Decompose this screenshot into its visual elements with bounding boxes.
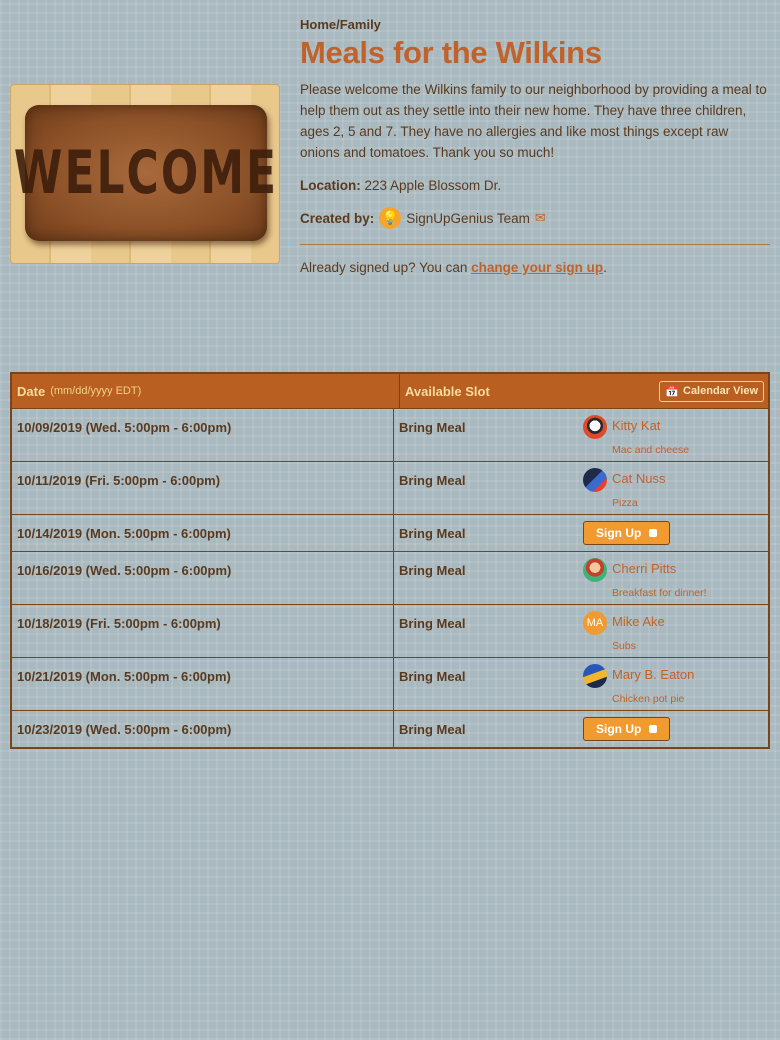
row-slot: Bring Meal bbox=[399, 526, 466, 541]
calendar-icon: 📅 bbox=[665, 385, 679, 398]
mail-icon[interactable]: ✉ bbox=[535, 210, 546, 226]
slot-column-header: Available Slot 📅 Calendar View bbox=[400, 374, 768, 408]
table-row: 10/14/2019 (Mon. 5:00pm - 6:00pm) Bring … bbox=[12, 514, 768, 551]
row-slot: Bring Meal bbox=[399, 563, 466, 578]
table-row: 10/11/2019 (Fri. 5:00pm - 6:00pm) Bring … bbox=[12, 461, 768, 514]
row-signup: Sign Up bbox=[583, 515, 768, 551]
table-row: 10/18/2019 (Fri. 5:00pm - 6:00pm) Bring … bbox=[12, 604, 768, 657]
row-date: 10/23/2019 (Wed. 5:00pm - 6:00pm) bbox=[12, 711, 394, 747]
participant-name[interactable]: Cat Nuss bbox=[612, 471, 665, 486]
date-column-header: Date (mm/dd/yyyy EDT) bbox=[12, 374, 400, 408]
already-suffix: . bbox=[603, 260, 607, 275]
row-signup: Sign Up bbox=[583, 711, 768, 747]
participant-name[interactable]: Mike Ake bbox=[612, 614, 665, 629]
location: Location: 223 Apple Blossom Dr. bbox=[300, 178, 770, 193]
row-date: 10/09/2019 (Wed. 5:00pm - 6:00pm) bbox=[12, 409, 394, 461]
description: Please welcome the Wilkins family to our… bbox=[300, 82, 767, 160]
participant-note: Chicken pot pie bbox=[612, 693, 685, 705]
doormat: WELCOME bbox=[14, 105, 276, 241]
signup-info: Home/Family Meals for the Wilkins Please… bbox=[300, 14, 770, 275]
creator-name: SignUpGenius Team bbox=[406, 210, 530, 226]
change-signup-link[interactable]: change your sign up bbox=[471, 260, 603, 275]
creator: Created by: 💡 SignUpGenius Team ✉ bbox=[300, 207, 770, 229]
location-label: Location: bbox=[300, 178, 361, 193]
row-signup: Mary B. Eaton Chicken pot pie bbox=[583, 658, 768, 710]
row-slot: Bring Meal bbox=[399, 722, 466, 737]
breadcrumb[interactable]: Home/Family bbox=[300, 17, 770, 32]
avatar bbox=[583, 468, 607, 492]
row-slot: Bring Meal bbox=[399, 420, 466, 435]
participant-note: Pizza bbox=[612, 497, 638, 509]
calendar-view-label: Calendar View bbox=[683, 385, 758, 397]
participant-note: Breakfast for dinner! bbox=[612, 587, 707, 599]
sign-up-label: Sign Up bbox=[596, 722, 642, 736]
avatar bbox=[583, 415, 607, 439]
already-text: Already signed up? You can bbox=[300, 260, 472, 275]
row-date: 10/18/2019 (Fri. 5:00pm - 6:00pm) bbox=[12, 605, 394, 657]
already-signed-up: Already signed up? You can change your s… bbox=[300, 260, 770, 275]
avatar bbox=[583, 664, 607, 688]
row-date: 10/14/2019 (Mon. 5:00pm - 6:00pm) bbox=[12, 515, 394, 551]
table-row: 10/09/2019 (Wed. 5:00pm - 6:00pm) Bring … bbox=[12, 408, 768, 461]
checkbox-icon bbox=[649, 529, 658, 537]
page-title: Meals for the Wilkins bbox=[300, 35, 602, 70]
participant-note: Subs bbox=[612, 640, 636, 652]
participant-name[interactable]: Cherri Pitts bbox=[612, 561, 676, 576]
lightbulb-logo-icon: 💡 bbox=[379, 207, 402, 229]
table-row: 10/21/2019 (Mon. 5:00pm - 6:00pm) Bring … bbox=[12, 657, 768, 710]
checkbox-icon bbox=[649, 725, 658, 733]
row-signup: Kitty Kat Mac and cheese bbox=[583, 409, 768, 461]
welcome-mat-image: WELCOME bbox=[10, 84, 280, 264]
calendar-view-button[interactable]: 📅 Calendar View bbox=[659, 380, 764, 402]
row-date: 10/16/2019 (Wed. 5:00pm - 6:00pm) bbox=[12, 552, 394, 604]
row-date: 10/11/2019 (Fri. 5:00pm - 6:00pm) bbox=[12, 462, 394, 514]
table-row: 10/23/2019 (Wed. 5:00pm - 6:00pm) Bring … bbox=[12, 710, 768, 747]
row-signup: MA Mike Ake Subs bbox=[583, 605, 768, 657]
sign-up-button[interactable]: Sign Up bbox=[583, 717, 671, 741]
row-slot: Bring Meal bbox=[399, 669, 466, 684]
table-header: Date (mm/dd/yyyy EDT) Available Slot 📅 C… bbox=[12, 374, 768, 408]
date-format-label: (mm/dd/yyyy EDT) bbox=[50, 385, 142, 397]
divider bbox=[300, 244, 770, 245]
signup-table: Date (mm/dd/yyyy EDT) Available Slot 📅 C… bbox=[10, 372, 770, 749]
slot-header-label: Available Slot bbox=[405, 383, 490, 399]
sign-up-label: Sign Up bbox=[596, 526, 642, 540]
row-slot: Bring Meal bbox=[399, 473, 466, 488]
table-row: 10/16/2019 (Wed. 5:00pm - 6:00pm) Bring … bbox=[12, 551, 768, 604]
creator-label: Created by: bbox=[300, 210, 375, 226]
doormat-text: WELCOME bbox=[13, 138, 279, 208]
row-signup: Cat Nuss Pizza bbox=[583, 462, 768, 514]
avatar-initials: MA bbox=[583, 611, 607, 635]
sign-up-button[interactable]: Sign Up bbox=[583, 521, 671, 545]
participant-name[interactable]: Mary B. Eaton bbox=[612, 667, 694, 682]
avatar bbox=[583, 558, 607, 582]
row-slot: Bring Meal bbox=[399, 616, 466, 631]
date-header-label: Date bbox=[17, 383, 46, 399]
row-date: 10/21/2019 (Mon. 5:00pm - 6:00pm) bbox=[12, 658, 394, 710]
participant-note: Mac and cheese bbox=[612, 444, 690, 456]
participant-name[interactable]: Kitty Kat bbox=[612, 418, 660, 433]
location-value: 223 Apple Blossom Dr. bbox=[364, 178, 502, 193]
row-signup: Cherri Pitts Breakfast for dinner! bbox=[583, 552, 768, 604]
